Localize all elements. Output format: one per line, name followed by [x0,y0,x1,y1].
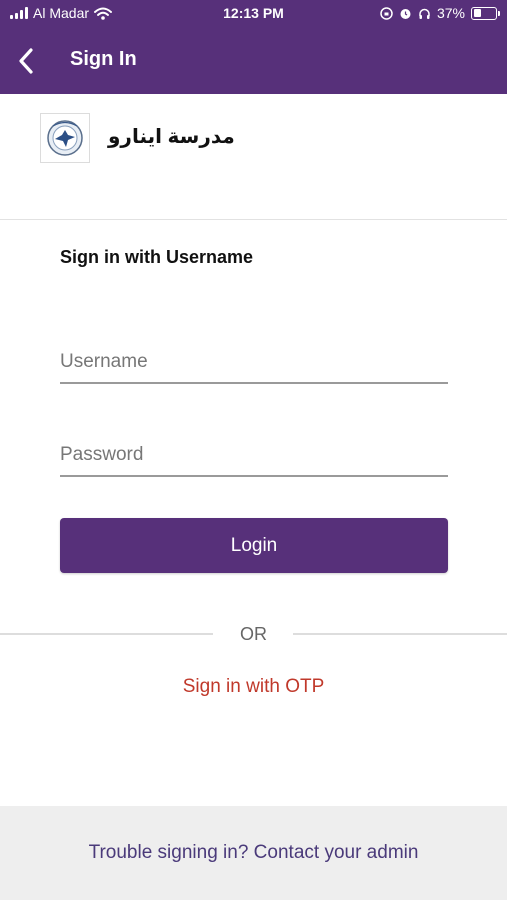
username-field [60,342,448,384]
sign-in-otp-link[interactable]: Sign in with OTP [0,676,507,698]
back-button[interactable] [6,41,46,81]
footer: Trouble signing in? Contact your admin [0,806,507,900]
headphones-icon [419,8,430,19]
password-input[interactable] [60,435,448,475]
school-crest-icon [47,120,83,156]
divider-line-right [293,633,507,635]
status-right: 37% [380,5,500,21]
school-logo [40,113,90,163]
or-divider: OR [0,622,507,646]
section-title: Sign in with Username [60,247,254,267]
password-field [60,435,448,477]
page-title: Sign In [70,48,137,70]
battery-fill [473,9,482,17]
or-label: OR [240,624,267,644]
alarm-icon [400,8,411,19]
status-left: Al Madar [10,5,113,21]
chevron-left-icon [19,48,33,74]
contact-admin-link[interactable]: Trouble signing in? Contact your admin [0,842,507,864]
status-bar: Al Madar 12:13 PM 37% [0,0,507,28]
carrier-name: Al Madar [33,5,90,21]
screen-lock-icon [380,6,393,20]
school-name: مدرسة اينارو [108,126,235,148]
battery-icon [471,6,500,20]
app-bar: Sign In [0,28,507,94]
school-header: مدرسة اينارو [0,94,507,220]
signal-icon [10,7,28,19]
battery-percent: 37% [436,5,465,21]
wifi-icon [94,7,113,20]
username-input[interactable] [60,342,448,382]
login-button[interactable]: Login [60,518,448,573]
